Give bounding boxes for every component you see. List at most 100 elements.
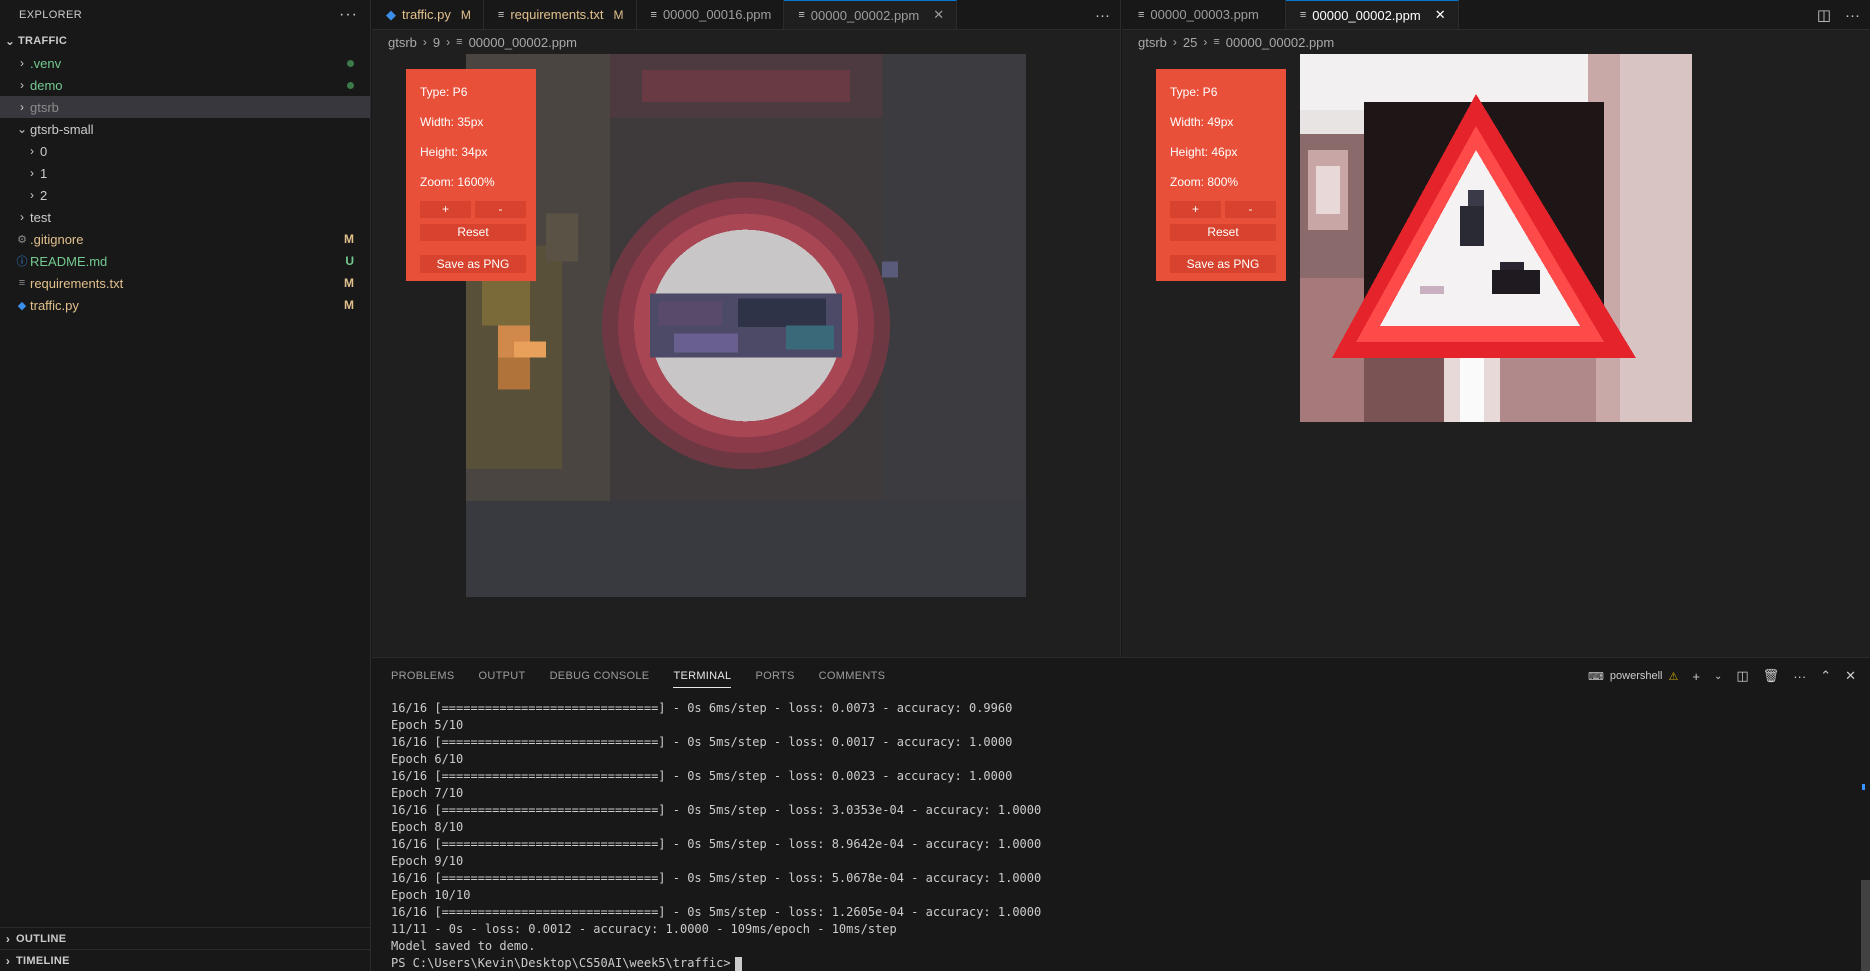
more-actions-icon[interactable]: ··· <box>1095 7 1110 24</box>
tree-item-demo[interactable]: › demo <box>0 74 370 96</box>
tree-item-test[interactable]: › test <box>0 206 370 228</box>
text-file-icon: ≡ <box>497 8 505 21</box>
warning-icon: ⚠ <box>1668 670 1679 683</box>
tree-item-label: gtsrb <box>30 99 59 115</box>
tree-item-label: 2 <box>40 187 48 203</box>
zoom-out-button[interactable]: - <box>475 201 526 218</box>
terminal-line: 16/16 [==============================] -… <box>391 701 1013 715</box>
tree-item-gtsrb-small[interactable]: ⌄ gtsrb-small <box>0 118 370 140</box>
tab-actions-left: ··· <box>1095 0 1110 30</box>
tab-00000-00002-right[interactable]: ≡ 00000_00002.ppm ✕ <box>1285 0 1459 29</box>
tree-item-folder-1[interactable]: › 1 <box>0 162 370 184</box>
tab-label: 00000_00002.ppm <box>1312 7 1421 23</box>
tab-traffic-py[interactable]: ◆ traffic.py M <box>372 0 484 29</box>
breadcrumb-right: gtsrb › 25 › ≡ 00000_00002.ppm <box>1122 30 1870 54</box>
tree-item-label: test <box>30 209 51 225</box>
tab-00000-00003[interactable]: ≡ 00000_00003.ppm <box>1122 0 1286 29</box>
image-zoom-label: Zoom: 1600% <box>420 175 495 189</box>
tab-comments[interactable]: COMMENTS <box>819 670 886 682</box>
image-type-label: Type: P6 <box>1170 85 1218 99</box>
breadcrumb-item[interactable]: 00000_00002.ppm <box>1226 35 1334 50</box>
split-terminal-icon[interactable]: ◫ <box>1736 668 1748 684</box>
tab-problems[interactable]: PROBLEMS <box>391 670 455 682</box>
save-as-png-button[interactable]: Save as PNG <box>420 255 526 273</box>
trash-icon[interactable]: 🗑 <box>1763 668 1780 684</box>
tree-item-gitignore[interactable]: ⚙ .gitignore M <box>0 228 370 250</box>
scroll-marker <box>1862 784 1865 790</box>
terminal-line: Epoch 10/10 <box>391 888 471 902</box>
zoom-out-button[interactable]: - <box>1225 201 1276 218</box>
image-width-label: Width: 35px <box>420 115 484 129</box>
chevron-down-icon: ⌄ <box>16 122 28 136</box>
close-icon[interactable]: ✕ <box>1435 7 1446 23</box>
outline-section[interactable]: › OUTLINE <box>0 927 371 949</box>
tab-00000-00016[interactable]: ≡ 00000_00016.ppm <box>637 0 785 29</box>
bottom-panel: PROBLEMS OUTPUT DEBUG CONSOLE TERMINAL P… <box>372 657 1870 971</box>
image-file-icon: ≡ <box>1138 8 1145 21</box>
timeline-section[interactable]: › TIMELINE <box>0 949 371 971</box>
explorer-header: EXPLORER ··· <box>0 0 370 30</box>
close-icon[interactable]: ✕ <box>1845 668 1856 684</box>
tree-item-gtsrb[interactable]: › gtsrb <box>0 96 370 118</box>
tree-root-traffic[interactable]: ⌄ TRAFFIC <box>0 30 370 52</box>
chevron-down-icon[interactable]: ⌄ <box>1714 671 1722 682</box>
terminal-scrollbar[interactable] <box>1861 880 1870 971</box>
tree-item-folder-2[interactable]: › 2 <box>0 184 370 206</box>
terminal-prompt-line: PS C:\Users\Kevin\Desktop\CS50AI\week5\t… <box>391 955 1870 971</box>
tab-ports[interactable]: PORTS <box>755 670 794 682</box>
terminal-line: 16/16 [==============================] -… <box>391 735 1013 749</box>
zoom-in-button[interactable]: + <box>420 201 471 218</box>
no-overtaking-sign-image <box>466 54 1026 597</box>
tree-item-label: traffic.py <box>30 297 79 313</box>
python-file-icon: ◆ <box>386 6 396 22</box>
tree-item-venv[interactable]: › .venv <box>0 52 370 74</box>
close-icon[interactable]: ✕ <box>933 7 944 23</box>
image-type-label: Type: P6 <box>420 85 468 99</box>
image-file-icon: ≡ <box>1213 36 1220 48</box>
git-status-badge: M <box>344 298 354 312</box>
zoom-in-button[interactable]: + <box>1170 201 1221 218</box>
tree-item-requirements[interactable]: ≡ requirements.txt M <box>0 272 370 294</box>
tab-output[interactable]: OUTPUT <box>479 670 526 682</box>
git-status-dot <box>347 56 354 70</box>
tab-requirements[interactable]: ≡ requirements.txt M <box>484 0 637 29</box>
tab-debug-console[interactable]: DEBUG CONSOLE <box>550 670 650 682</box>
tab-modified-badge: M <box>460 7 471 22</box>
terminal-line: Epoch 5/10 <box>391 718 464 732</box>
tab-terminal[interactable]: TERMINAL <box>673 670 732 688</box>
tree-item-traffic-py[interactable]: ◆ traffic.py M <box>0 294 370 316</box>
breadcrumb-left: gtsrb › 9 › ≡ 00000_00002.ppm <box>372 30 1120 54</box>
chevron-right-icon: › <box>5 931 11 946</box>
breadcrumb-item[interactable]: gtsrb <box>388 35 417 50</box>
breadcrumb-item[interactable]: 9 <box>433 35 440 50</box>
breadcrumb-item[interactable]: 00000_00002.ppm <box>469 35 577 50</box>
tab-label: requirements.txt <box>510 7 604 22</box>
chevron-up-icon[interactable]: ⌃ <box>1820 668 1831 684</box>
more-actions-icon[interactable]: ··· <box>1793 669 1806 684</box>
image-height-label: Height: 34px <box>420 145 488 159</box>
terminal-line: Epoch 6/10 <box>391 752 464 766</box>
save-as-png-button[interactable]: Save as PNG <box>1170 255 1276 273</box>
tab-label: traffic.py <box>402 7 451 22</box>
tree-item-readme[interactable]: ⓘ README.md U <box>0 250 370 272</box>
terminal-output[interactable]: 16/16 [==============================] -… <box>372 694 1870 971</box>
explorer-more-icon[interactable]: ··· <box>339 6 358 24</box>
chevron-right-icon: › <box>20 100 24 114</box>
new-terminal-icon[interactable]: + <box>1692 669 1700 684</box>
python-file-icon: ◆ <box>17 299 27 312</box>
tree-item-label: README.md <box>30 253 108 269</box>
tree-item-label: gtsrb-small <box>30 121 94 137</box>
tree-item-folder-0[interactable]: › 0 <box>0 140 370 162</box>
more-actions-icon[interactable]: ··· <box>1845 7 1860 24</box>
split-editor-icon[interactable]: ◫ <box>1817 6 1831 24</box>
breadcrumb-item[interactable]: 25 <box>1183 35 1197 50</box>
breadcrumb-item[interactable]: gtsrb <box>1138 35 1167 50</box>
tab-00000-00002-left[interactable]: ≡ 00000_00002.ppm ✕ <box>784 0 958 29</box>
reset-button[interactable]: Reset <box>420 224 526 241</box>
tree-item-label: .venv <box>30 55 62 71</box>
tab-label: 00000_00016.ppm <box>662 7 772 22</box>
tab-label: 00000_00002.ppm <box>810 7 920 23</box>
reset-button[interactable]: Reset <box>1170 224 1276 241</box>
panel-actions: ⌨ powershell ⚠ + ⌄ ◫ 🗑 ··· ⌃ ✕ <box>1588 658 1856 694</box>
terminal-shell-selector[interactable]: ⌨ powershell ⚠ <box>1588 670 1678 683</box>
